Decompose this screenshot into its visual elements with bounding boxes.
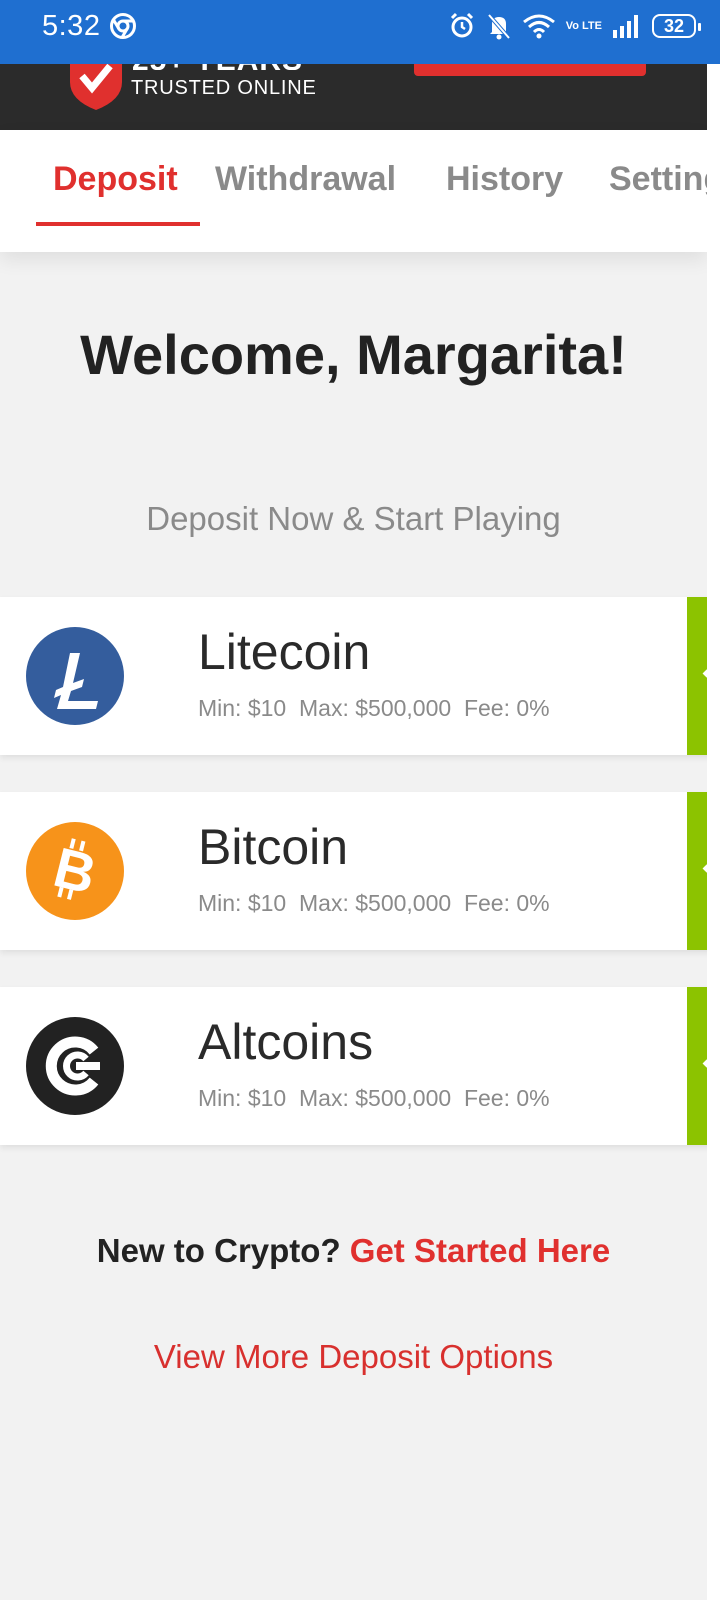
tab-history[interactable]: History — [446, 160, 563, 199]
new-to-crypto-label: New to Crypto? — [96, 1232, 341, 1269]
wifi-icon — [522, 12, 556, 40]
tab-withdrawal[interactable]: Withdrawal — [215, 160, 396, 199]
deposit-subtitle: Deposit Now & Start Playing — [146, 500, 561, 537]
tab-deposit[interactable]: Deposit — [53, 160, 178, 199]
page-edge — [707, 64, 720, 1600]
chrome-icon — [110, 13, 136, 44]
litecoin-icon — [26, 627, 124, 725]
new-to-crypto-line: New to Crypto? Get Started Here — [0, 1232, 707, 1270]
mute-icon — [486, 12, 512, 40]
alarm-icon — [448, 12, 476, 40]
get-started-link[interactable]: Get Started Here — [350, 1232, 610, 1269]
status-bar: 5:32 Vo LTE 32 — [0, 0, 720, 64]
svg-text:B: B — [48, 835, 102, 906]
method-name: Litecoin — [198, 624, 371, 680]
status-time: 5:32 — [42, 10, 101, 42]
payment-method-litecoin[interactable]: Litecoin Min: $10 Max: $500,000 Fee: 0% — [0, 597, 720, 755]
payment-method-altcoins[interactable]: Altcoins Min: $10 Max: $500,000 Fee: 0% — [0, 987, 720, 1145]
view-more-deposit-options-link[interactable]: View More Deposit Options — [0, 1338, 707, 1376]
tab-settings[interactable]: Settings — [609, 160, 707, 199]
battery-icon: 32 — [652, 14, 701, 38]
method-limits: Min: $10 Max: $500,000 Fee: 0% — [198, 1085, 550, 1111]
payment-method-bitcoin[interactable]: B Bitcoin Min: $10 Max: $500,000 Fee: 0% — [0, 792, 720, 950]
site-header: 25+ YEARS TRUSTED ONLINE — [0, 56, 707, 130]
bitcoin-icon: B — [26, 822, 124, 920]
signal-icon — [612, 14, 642, 38]
welcome-heading: Welcome, Margarita! — [80, 323, 627, 386]
method-limits: Min: $10 Max: $500,000 Fee: 0% — [198, 695, 550, 721]
badge-line2: TRUSTED ONLINE — [131, 77, 317, 99]
altcoins-icon — [26, 1017, 124, 1115]
active-tab-indicator — [36, 222, 200, 226]
method-name: Altcoins — [198, 1014, 374, 1070]
method-name: Bitcoin — [198, 819, 349, 875]
tab-bar: Deposit Withdrawal History Settings — [0, 130, 707, 252]
volte-indicator: Vo LTE — [565, 19, 602, 32]
header-cta-button[interactable] — [414, 64, 646, 76]
shield-check-icon — [70, 63, 122, 115]
method-limits: Min: $10 Max: $500,000 Fee: 0% — [198, 890, 550, 916]
